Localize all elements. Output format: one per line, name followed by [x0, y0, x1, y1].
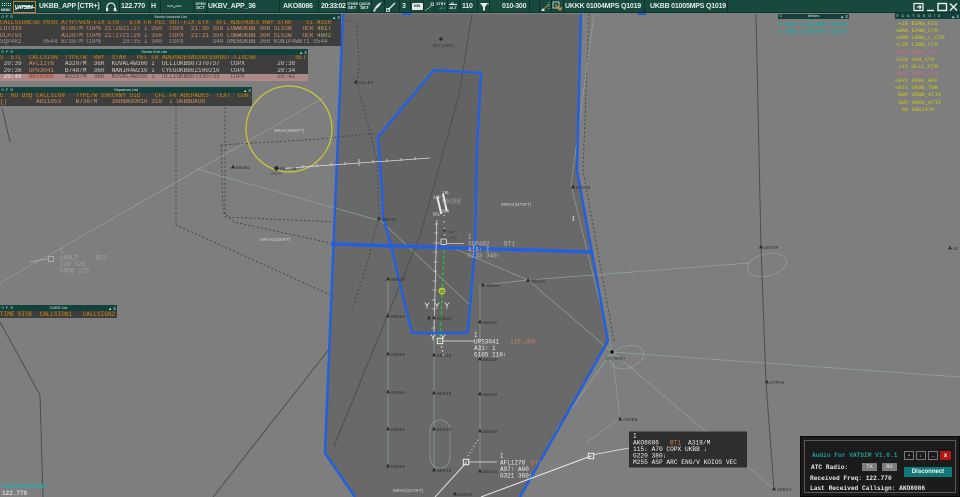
- svg-text:BB646: BB646: [483, 429, 498, 435]
- svg-text:36L: 36L: [433, 213, 441, 218]
- svg-text:06 -36: 06 -36: [280, 166, 297, 172]
- svg-text:MRVA(2980FT): MRVA(2980FT): [274, 128, 305, 133]
- svg-text:OTPAK: OTPAK: [770, 380, 785, 386]
- svg-text:CY(960): CY(960): [606, 356, 625, 362]
- svg-text:BB666: BB666: [531, 279, 546, 285]
- svg-text:BB642: BB642: [437, 468, 452, 474]
- svg-text:GALEV: GALEV: [359, 80, 374, 86]
- svg-text:BB652: BB652: [483, 320, 498, 326]
- svg-text:BB638: BB638: [437, 391, 452, 397]
- svg-text:BB664: BB664: [391, 390, 406, 396]
- svg-text:BB660: BB660: [391, 464, 406, 470]
- svg-text:KOKUM: KOKUM: [458, 492, 473, 497]
- svg-text:MRVA(2000FT): MRVA(2000FT): [260, 237, 291, 242]
- svg-text:ASVEN: ASVEN: [623, 417, 638, 423]
- svg-text:BB666: BB666: [391, 352, 406, 358]
- svg-text:18R: 18R: [433, 196, 441, 201]
- svg-text:G133 340↑: G133 340↑: [468, 253, 500, 260]
- svg-text:BB664: BB664: [486, 283, 501, 289]
- svg-text:REBOZ: REBOZ: [437, 316, 452, 322]
- svg-text:BB644: BB644: [483, 469, 498, 475]
- svg-text:MRVA(2470FT): MRVA(2470FT): [393, 488, 424, 493]
- svg-text:BC(1290): BC(1290): [433, 43, 455, 49]
- svg-text:ZAVOD: ZAVOD: [271, 173, 282, 177]
- svg-text:VEBIX: VEBIX: [777, 487, 792, 493]
- svg-text:MRVA(3470FT): MRVA(3470FT): [501, 202, 532, 207]
- svg-text:KOVAD: KOVAD: [576, 185, 591, 191]
- svg-text:BB636: BB636: [437, 353, 452, 359]
- svg-text:UL: UL: [953, 246, 959, 252]
- svg-text:G321 360↑: G321 360↑: [500, 473, 532, 480]
- svg-text:36R: 36R: [442, 210, 450, 215]
- svg-text:119.300: 119.300: [510, 339, 536, 346]
- svg-text:BB668: BB668: [391, 314, 406, 320]
- svg-text:DOTAP: DOTAP: [764, 245, 779, 251]
- svg-text:UKBB: UKBB: [442, 199, 461, 206]
- svg-text:BBW01: BBW01: [236, 165, 251, 171]
- svg-text:G165 210↑: G165 210↑: [474, 352, 506, 359]
- svg-text:BB670: BB670: [391, 277, 406, 283]
- svg-text:BT1: BT1: [531, 460, 542, 467]
- svg-text:BB640: BB640: [437, 427, 452, 433]
- svg-text:18L: 18L: [442, 191, 450, 196]
- svg-text:G056 120: G056 120: [60, 268, 89, 275]
- svg-text:1: 1: [116, 9, 118, 13]
- svg-text:BB672: BB672: [382, 217, 397, 223]
- svg-text:BT1: BT1: [504, 241, 515, 248]
- svg-text:BV2: BV2: [96, 255, 107, 262]
- svg-text:BB648: BB648: [483, 392, 498, 398]
- svg-text:M255 ASP ARC ENG/V KOIOS VEC: M255 ASP ARC ENG/V KOIOS VEC: [633, 459, 737, 466]
- svg-text:DRP: DRP: [448, 232, 456, 236]
- svg-text:BB662: BB662: [391, 427, 406, 433]
